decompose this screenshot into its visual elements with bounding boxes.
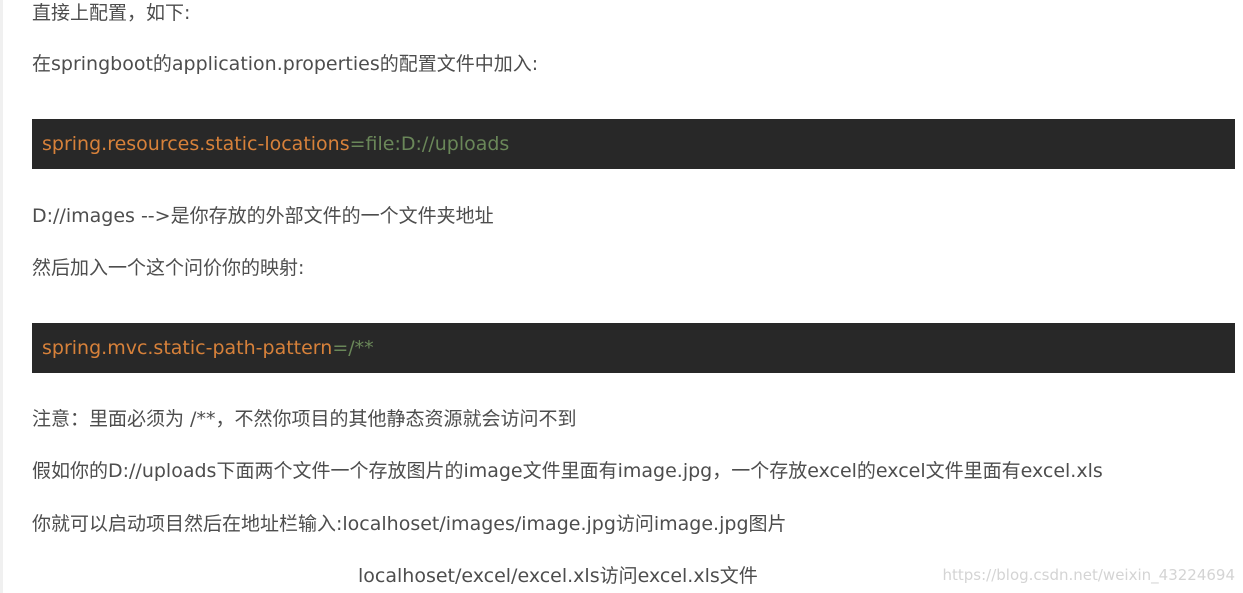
intro-paragraph: 直接上配置，如下: — [32, 2, 191, 24]
article-content: 直接上配置，如下: 在springboot的application.proper… — [0, 0, 1243, 593]
instruction-paragraph: 在springboot的application.properties的配置文件中… — [32, 53, 539, 75]
code-line: spring.mvc.static-path-pattern=/** — [42, 335, 374, 361]
code-equals: = — [349, 133, 366, 155]
code-value: file:D://uploads — [365, 133, 510, 155]
code-value: /** — [348, 337, 374, 359]
code-block-path-pattern: spring.mvc.static-path-pattern=/** — [32, 323, 1235, 373]
code-equals: = — [332, 337, 349, 359]
usage-continuation-paragraph: localhoset/excel/excel.xls访问excel.xls文件 — [358, 565, 758, 587]
usage-paragraph: 你就可以启动项目然后在地址栏输入:localhoset/images/image… — [32, 513, 787, 535]
mapping-intro-paragraph: 然后加入一个这个问价你的映射: — [32, 257, 305, 279]
code-key: spring.resources.static-locations — [42, 133, 350, 155]
folder-note-paragraph: D://images -->是你存放的外部文件的一个文件夹地址 — [32, 205, 494, 227]
example-paragraph: 假如你的D://uploads下面两个文件一个存放图片的image文件里面有im… — [32, 460, 1103, 482]
code-line: spring.resources.static-locations=file:D… — [42, 131, 509, 157]
code-block-static-locations: spring.resources.static-locations=file:D… — [32, 119, 1235, 169]
code-key: spring.mvc.static-path-pattern — [42, 337, 333, 359]
blog-watermark: https://blog.csdn.net/weixin_43224694 — [942, 566, 1235, 584]
warning-paragraph: 注意：里面必须为 /**，不然你项目的其他静态资源就会访问不到 — [32, 408, 577, 430]
